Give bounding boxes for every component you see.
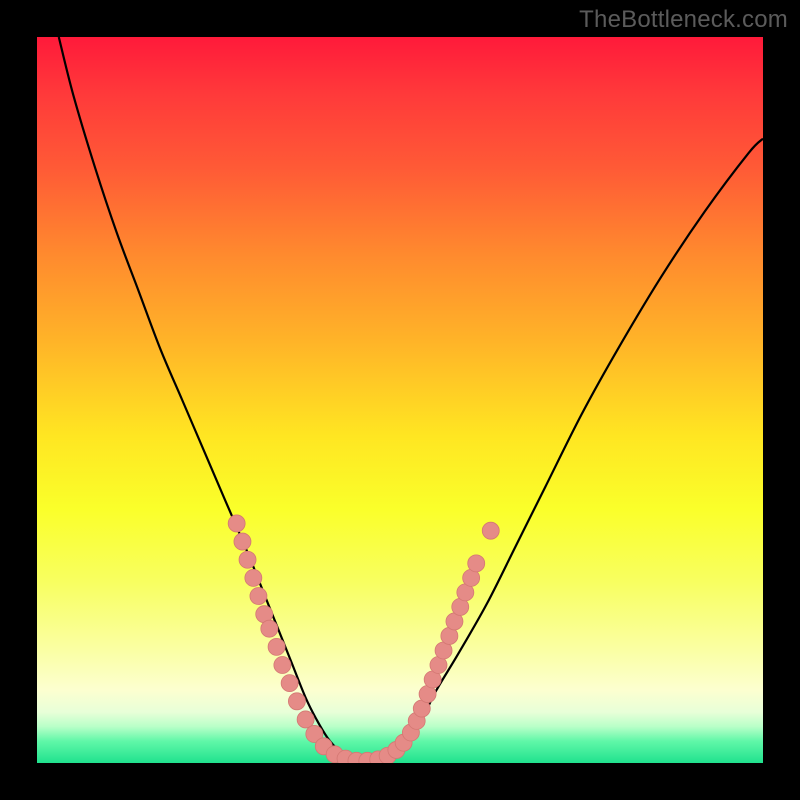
curve-marker xyxy=(228,515,245,532)
watermark-text: TheBottleneck.com xyxy=(579,6,788,34)
curve-marker xyxy=(250,588,267,605)
plot-area xyxy=(37,37,763,763)
chart-svg xyxy=(37,37,763,763)
curve-marker xyxy=(261,620,278,637)
curve-marker xyxy=(245,569,262,586)
curve-marker xyxy=(274,656,291,673)
curve-marker xyxy=(288,693,305,710)
curve-marker xyxy=(234,533,251,550)
curve-marker xyxy=(468,555,485,572)
chart-frame: TheBottleneck.com xyxy=(0,0,800,800)
curve-marker xyxy=(239,551,256,568)
curve-marker xyxy=(268,638,285,655)
curve-marker xyxy=(297,711,314,728)
curve-marker xyxy=(281,675,298,692)
curve-markers xyxy=(228,515,499,763)
curve-marker xyxy=(482,522,499,539)
bottleneck-curve xyxy=(59,37,763,761)
